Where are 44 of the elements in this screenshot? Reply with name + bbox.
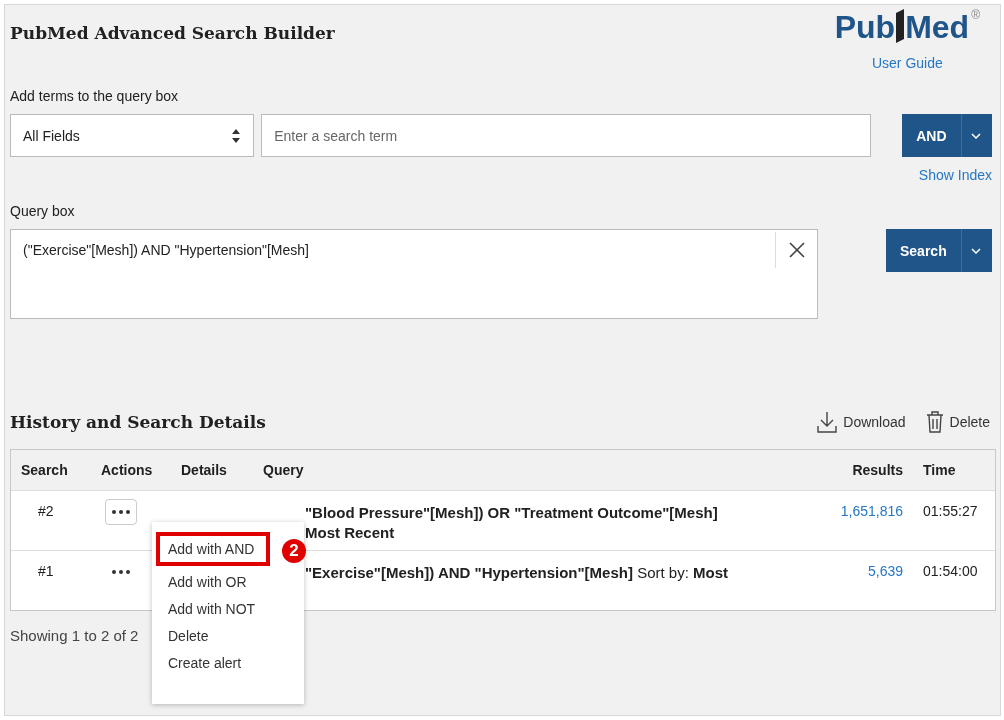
sort-arrows-icon (231, 127, 242, 144)
pubmed-logo: Pub Med® (834, 9, 980, 43)
chevron-down-icon (971, 132, 982, 139)
more-icon (112, 510, 130, 514)
show-index-link[interactable]: Show Index (918, 167, 992, 183)
delete-button[interactable]: Delete (925, 411, 990, 433)
column-header: Details (180, 462, 228, 478)
table-cell-text: #2 (37, 502, 55, 519)
column-header: Search (20, 462, 69, 478)
user-guide-link[interactable]: User Guide (871, 55, 943, 71)
pagination-text: Showing 1 to 2 of 2 (10, 627, 139, 644)
query-text: ("Exercise"[Mesh]) AND "Hypertension"[Mesh] (23, 242, 309, 260)
query-cell: "Exercise"[Mesh]) AND "Hypertension"[Mesh] Sort by: Most (305, 563, 728, 583)
query-cell: "Blood Pressure"[Mesh]) OR "Treatment Outcome"[Mesh] Most Recent (305, 503, 718, 543)
column-header: Query (262, 462, 305, 478)
table-cell-text: 01:55:27 (922, 502, 979, 519)
close-icon (788, 242, 805, 258)
page-title: PubMed Advanced Search Builder (10, 23, 335, 43)
menu-item[interactable]: Add with NOT (156, 598, 300, 620)
search-term-field[interactable]: Enter a search term (261, 114, 872, 157)
search-button[interactable]: Search (886, 229, 992, 272)
chevron-down-icon (971, 247, 982, 254)
and-button[interactable]: AND (902, 114, 992, 157)
menu-item[interactable]: Delete (156, 625, 300, 647)
query-box-field[interactable]: ("Exercise"[Mesh]) AND "Hypertension"[Mesh] (10, 229, 818, 319)
download-icon (817, 411, 838, 433)
column-header: Time (922, 462, 957, 478)
table-cell-text: 01:54:00 (922, 562, 979, 579)
field-select[interactable]: All Fields (10, 114, 255, 157)
actions-button[interactable] (105, 499, 137, 525)
trash-icon (925, 411, 944, 433)
table-cell-text: #1 (37, 562, 55, 579)
results-link[interactable]: 1,651,816 (805, 491, 915, 519)
menu-item[interactable]: Create alert (156, 652, 300, 674)
builder-label: Add terms to the query box (10, 88, 180, 104)
results-link[interactable]: 5,639 (805, 551, 915, 579)
history-title: History and Search Details (10, 412, 266, 432)
column-header: Actions (100, 462, 154, 478)
menu-item[interactable]: Add with AND (156, 532, 270, 566)
column-header: Results (851, 462, 904, 478)
menu-item[interactable]: Add with OR (156, 571, 300, 593)
more-icon (112, 570, 130, 574)
query-box-label: Query box (10, 203, 76, 219)
download-button[interactable]: Download (817, 411, 906, 433)
